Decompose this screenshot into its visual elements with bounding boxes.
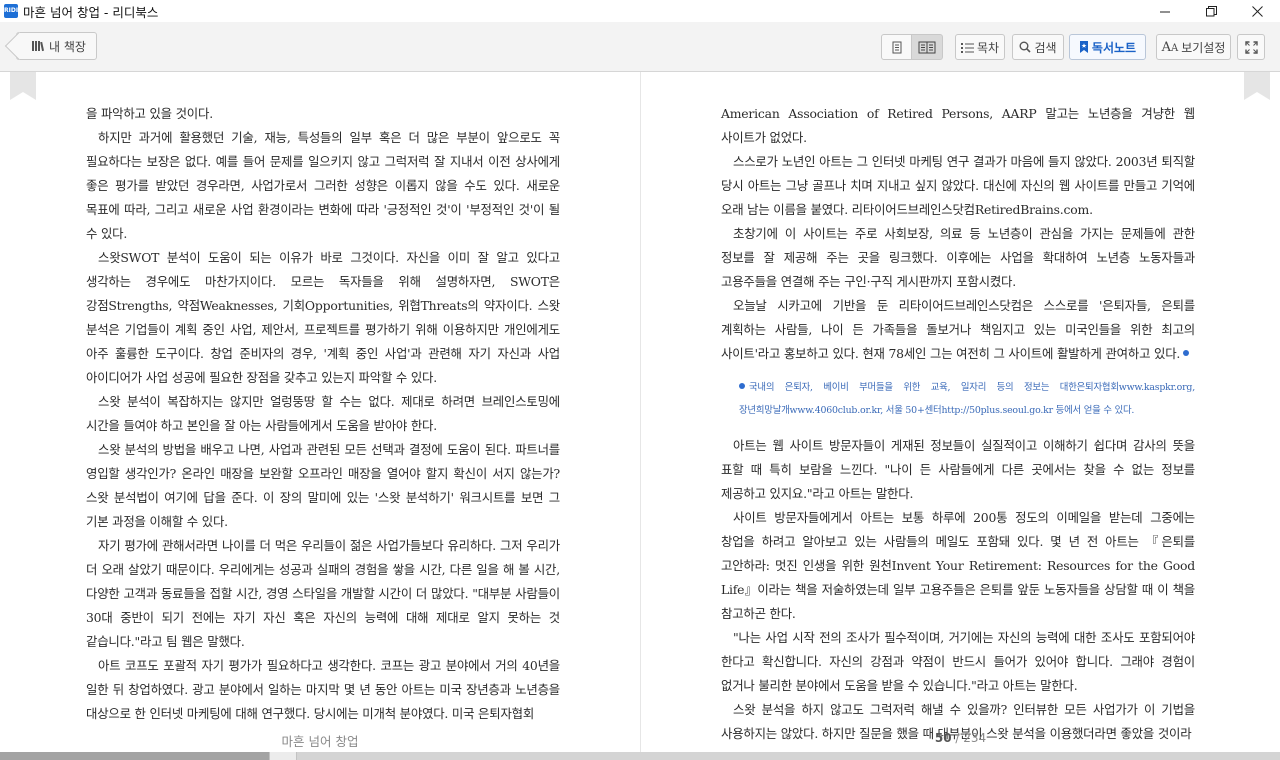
toc-button[interactable]: 목차 [955, 34, 1005, 60]
my-library-label: 내 책장 [49, 39, 86, 54]
footnote-text: 국내의 은퇴자, 베이비 부머들을 위한 교육, 일자리 등의 정보는 대한은퇴… [739, 382, 1195, 416]
view-settings-button[interactable]: AA 보기설정 [1156, 34, 1231, 60]
paragraph-with-footnote: 오늘날 시카고에 기반을 둔 리타이어드브레인스닷컴은 스스로를 '은퇴자들, … [721, 294, 1195, 366]
bookshelf-icon [32, 41, 45, 52]
search-label: 검색 [1034, 40, 1057, 55]
fullscreen-icon [1244, 40, 1258, 54]
paragraph: 스왓SWOT 분석이 도움이 되는 이유가 바로 그것이다. 자신을 이미 잘 … [86, 250, 560, 385]
reading-progress-fill [0, 752, 269, 760]
search-button[interactable]: 검색 [1012, 34, 1064, 60]
two-page-icon [918, 41, 936, 53]
bookmark-star-icon [1079, 41, 1088, 53]
footnote-marker-icon[interactable] [1183, 350, 1190, 356]
window-title: 마흔 넘어 창업 - 리디북스 [23, 4, 159, 20]
right-page-text: American Association of Retired Persons,… [721, 102, 1195, 746]
paragraph: 스왓 분석의 방법을 배우고 나면, 사업과 관련된 모든 선택과 결정에 도움… [86, 442, 560, 529]
paragraph-text: 오늘날 시카고에 기반을 둔 리타이어드브레인스닷컴은 스스로를 '은퇴자들, … [721, 298, 1195, 361]
my-library-back-button[interactable]: 내 책장 [16, 32, 97, 60]
reader-toolbar: 내 책장 목차 검색 독서노트 AA 보기설정 [0, 22, 1280, 72]
paragraph: 하지만 과거에 활용했던 기술, 재능, 특성들의 일부 혹은 더 많은 부분이… [86, 130, 560, 241]
view-mode-toggle [881, 34, 943, 60]
left-page-text: 을 파악하고 있을 것이다. 하지만 과거에 활용했던 기술, 재능, 특성들의… [86, 102, 560, 726]
current-page-number: 50 [934, 731, 952, 745]
paragraph: American Association of Retired Persons,… [721, 106, 1195, 145]
two-page-view-button[interactable] [912, 34, 943, 60]
view-settings-label: 보기설정 [1181, 40, 1226, 55]
list-icon [960, 42, 974, 53]
footnote-bullet-icon [739, 383, 745, 389]
reading-notes-label: 독서노트 [1091, 40, 1137, 55]
toc-label: 목차 [976, 40, 1000, 55]
paragraph: 아트는 웹 사이트 방문자들이 게재된 정보들이 실질적이고 이해하기 쉽다며 … [721, 438, 1195, 501]
search-icon [1019, 41, 1032, 53]
book-title-footer: 마흔 넘어 창업 [281, 734, 359, 749]
window-titlebar: RIDI 마흔 넘어 창업 - 리디북스 [0, 0, 1280, 22]
minimize-button[interactable] [1142, 0, 1188, 22]
window-controls [1142, 0, 1280, 22]
paragraph: 초창기에 이 사이트는 주로 사회보장, 의료 등 노년층이 관심을 가지는 문… [721, 226, 1195, 289]
page-number-footer: 50 / 234 [641, 731, 1280, 745]
restore-button[interactable] [1188, 0, 1234, 22]
single-page-view-button[interactable] [881, 34, 912, 60]
left-page: 을 파악하고 있을 것이다. 하지만 과거에 활용했던 기술, 재능, 특성들의… [0, 72, 640, 752]
close-button[interactable] [1234, 0, 1280, 22]
paragraph: 아트 코프도 포괄적 자기 평가가 필요하다고 생각한다. 코프는 광고 분야에… [86, 658, 560, 721]
right-page: American Association of Retired Persons,… [641, 72, 1280, 752]
total-pages: / 234 [955, 731, 987, 745]
paragraph: 스스로가 노년인 아트는 그 인터넷 마케팅 연구 결과가 마음에 들지 않았다… [721, 154, 1195, 217]
paragraph: "나는 사업 시작 전의 조사가 필수적이며, 거기에는 자신의 능력에 대한 … [721, 630, 1195, 693]
reading-progress-handle[interactable] [269, 752, 297, 760]
reading-progress-bar[interactable] [0, 752, 1280, 760]
footnote: 국내의 은퇴자, 베이비 부머들을 위한 교육, 일자리 등의 정보는 대한은퇴… [739, 376, 1195, 422]
paragraph: 사이트 방문자들에게서 아트는 보통 하루에 200통 정도의 이메일을 받는데… [721, 510, 1195, 621]
fullscreen-button[interactable] [1237, 34, 1265, 60]
reading-notes-button[interactable]: 독서노트 [1069, 34, 1146, 60]
restore-icon [1205, 5, 1217, 16]
close-icon [1251, 5, 1263, 17]
paragraph: 스왓 분석이 복잡하지는 않지만 얼렁뚱땅 할 수는 없다. 제대로 하려면 브… [86, 394, 560, 433]
paragraph: 을 파악하고 있을 것이다. [86, 106, 213, 121]
paragraph: 자기 평가에 관해서라면 나이를 더 먹은 우리들이 젊은 사업가들보다 유리하… [86, 538, 560, 649]
single-page-icon [892, 41, 901, 53]
minimize-icon [1159, 11, 1170, 12]
font-size-icon: AA [1161, 39, 1179, 55]
app-icon: RIDI [4, 4, 18, 18]
